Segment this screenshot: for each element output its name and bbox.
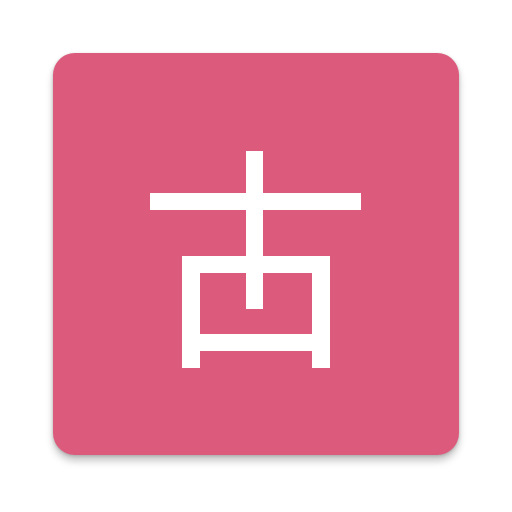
app-icon[interactable]: 古	[53, 53, 459, 455]
kanji-glyph-icon: 古	[150, 151, 361, 368]
icon-canvas: 古	[0, 0, 512, 512]
